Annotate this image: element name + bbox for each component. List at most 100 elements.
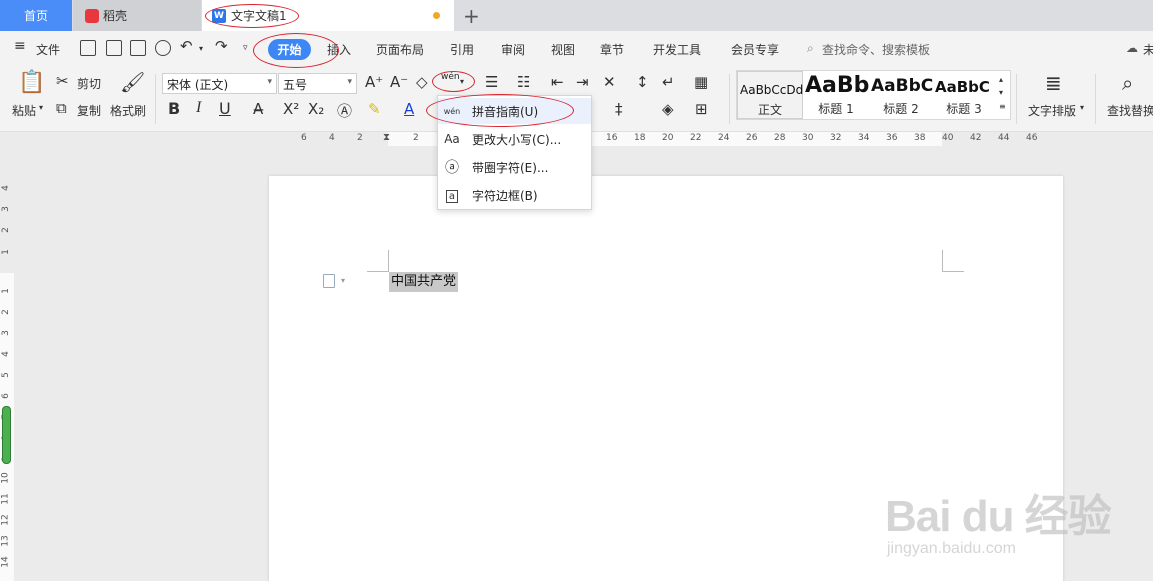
border-icon[interactable]: ⊞ (695, 100, 708, 118)
ruler-tick: 40 (942, 133, 954, 143)
new-tab-button[interactable]: + (463, 4, 480, 28)
cloud-icon[interactable]: ☁ (1126, 41, 1138, 55)
subscript-icon[interactable]: X₂ (308, 100, 324, 118)
selected-text[interactable]: 中国共产党 (389, 272, 459, 292)
ruler-tick: 22 (690, 133, 702, 143)
style-more-icon[interactable]: ≡ (999, 102, 1006, 111)
paragraph-dropdown-icon[interactable]: ▾ (341, 276, 345, 285)
vertical-scroll-thumb[interactable] (2, 406, 11, 464)
hamburger-icon[interactable]: ≡ (14, 38, 26, 54)
line-spacing-icon[interactable]: ‡ (615, 100, 623, 118)
pinyin-icon: wén (443, 106, 461, 116)
undo-dropdown-icon[interactable]: ▾ (199, 44, 203, 53)
copy-button[interactable]: 复制 (77, 102, 101, 119)
bullet-list-icon[interactable]: ☰ (485, 73, 498, 91)
find-icon[interactable]: ⌕ (1122, 71, 1133, 95)
style-heading-2[interactable]: AaBbC 标题 2 (869, 71, 933, 119)
bold-button[interactable]: B (168, 99, 180, 118)
print-preview-icon[interactable] (155, 40, 171, 56)
menu-item-enclosed-char[interactable]: ⓐ 带圈字符(E)... (438, 154, 591, 180)
text-layout-icon[interactable]: ≣ (1045, 71, 1062, 95)
grow-font-icon[interactable]: A⁺ (365, 73, 383, 91)
paragraph-handle-icon[interactable] (323, 274, 335, 288)
ruler-tick: 10 (0, 472, 11, 484)
superscript-icon[interactable]: X² (283, 100, 299, 118)
font-size-select[interactable]: 五号 ▾ (278, 73, 357, 94)
style-label: 正文 (757, 103, 782, 117)
menu-unsynced-label: 未 (1143, 43, 1153, 57)
pinyin-dropdown-icon[interactable]: ▾ (460, 77, 464, 86)
paste-button[interactable]: 粘贴 (12, 102, 36, 119)
highlight-icon[interactable]: ✎ (368, 100, 381, 118)
style-heading-1[interactable]: AaBb 标题 1 (803, 71, 869, 119)
export-pdf-icon[interactable] (106, 40, 122, 56)
decrease-indent-icon[interactable]: ⇤ (551, 73, 564, 91)
save-icon[interactable] (80, 40, 96, 56)
copy-icon[interactable]: ⧉ (56, 99, 67, 117)
cut-button[interactable]: 剪切 (77, 75, 101, 92)
text-layout-dropdown-icon[interactable]: ▾ (1080, 103, 1084, 112)
shading-icon[interactable]: ◈ (662, 100, 674, 118)
font-name-select[interactable]: 宋体 (正文) ▾ (162, 73, 277, 94)
strikethrough-icon[interactable]: A̶ (253, 100, 263, 118)
ruler-tick: 14 (0, 556, 11, 568)
tab-document[interactable]: W 文字文稿1 (202, 0, 454, 31)
indent-marker-icon[interactable]: ⧗ (383, 132, 390, 143)
style-heading-3[interactable]: AaBbC 标题 3 (933, 71, 995, 119)
find-replace-button[interactable]: 查找替换 (1107, 102, 1153, 119)
style-gallery: AaBbCcDd 正文 AaBb 标题 1 AaBbC 标题 2 AaBbC 标… (736, 70, 1011, 120)
ruler-tick: 2 (357, 133, 363, 143)
menu-start[interactable]: 开始 (268, 39, 311, 60)
sort-icon[interactable]: ↕ (636, 73, 649, 91)
menu-devtools[interactable]: 开发工具 (653, 41, 701, 58)
menu-view[interactable]: 视图 (551, 41, 575, 58)
ruler-tick: 3 (0, 330, 11, 336)
chinese-layout-icon[interactable]: ✕ (603, 73, 616, 91)
numbered-list-icon[interactable]: ☷ (517, 73, 530, 91)
increase-indent-icon[interactable]: ⇥ (576, 73, 589, 91)
ruler-tick: 12 (0, 514, 11, 526)
menu-references[interactable]: 引用 (450, 41, 474, 58)
format-painter-icon[interactable]: 🖌 (120, 70, 145, 94)
ribbon-separator (729, 74, 730, 124)
menu-item-pinyin-guide[interactable]: wén 拼音指南(U) (438, 98, 591, 124)
paste-icon[interactable]: 📋 (18, 70, 45, 95)
menu-member[interactable]: 会员专享 (731, 41, 779, 58)
clear-format-icon[interactable]: ◇ (416, 73, 428, 91)
shrink-font-icon[interactable]: A⁻ (390, 73, 408, 91)
text-layout-button[interactable]: 文字排版 (1028, 102, 1076, 119)
style-scroll-up-icon[interactable]: ▴ (999, 75, 1003, 84)
daoke-logo-icon (85, 8, 99, 23)
menu-insert[interactable]: 插入 (327, 41, 351, 58)
quick-access-dropdown-icon[interactable]: ▿ (243, 43, 248, 53)
menu-item-change-case[interactable]: Aa 更改大小写(C)... (438, 126, 591, 152)
scissors-icon[interactable]: ✂ (56, 72, 69, 90)
format-painter-button[interactable]: 格式刷 (110, 102, 146, 119)
ruler-tick: 42 (970, 133, 982, 143)
redo-icon[interactable]: ↷ (215, 37, 228, 55)
show-marks-icon[interactable]: ↵ (662, 73, 675, 91)
italic-button[interactable]: I (196, 99, 201, 117)
tab-home[interactable]: 首页 (0, 0, 72, 31)
menu-review[interactable]: 审阅 (501, 41, 525, 58)
print-icon[interactable] (130, 40, 146, 56)
ruler-tick: 6 (0, 393, 11, 399)
menu-file[interactable]: 文件 (36, 41, 60, 58)
menu-item-char-border[interactable]: a 字符边框(B) (438, 182, 591, 208)
enclosed-char-icon: ⓐ (445, 160, 459, 176)
style-normal[interactable]: AaBbCcDd 正文 (737, 71, 803, 119)
font-color-icon[interactable]: A (404, 100, 414, 118)
tab-daoke[interactable]: 稻壳 (73, 0, 201, 31)
undo-icon[interactable]: ↶ (180, 37, 193, 55)
underline-button[interactable]: U (219, 99, 231, 118)
char-border-icon: a (438, 188, 466, 203)
table-grid-icon[interactable]: ▦ (694, 73, 708, 91)
vertical-ruler[interactable]: 4 3 2 1 1 2 3 4 5 6 7 8 9 10 11 12 13 14 (0, 146, 14, 581)
menu-chapter[interactable]: 章节 (600, 41, 624, 58)
pinyin-guide-button[interactable]: wén (441, 72, 460, 82)
style-scroll-down-icon[interactable]: ▾ (999, 88, 1003, 97)
text-effect-icon[interactable]: Ⓐ (337, 100, 352, 121)
command-search-input[interactable]: 查找命令、搜索模板 (822, 41, 930, 58)
paste-dropdown-icon[interactable]: ▾ (39, 103, 43, 112)
menu-layout[interactable]: 页面布局 (376, 41, 424, 58)
